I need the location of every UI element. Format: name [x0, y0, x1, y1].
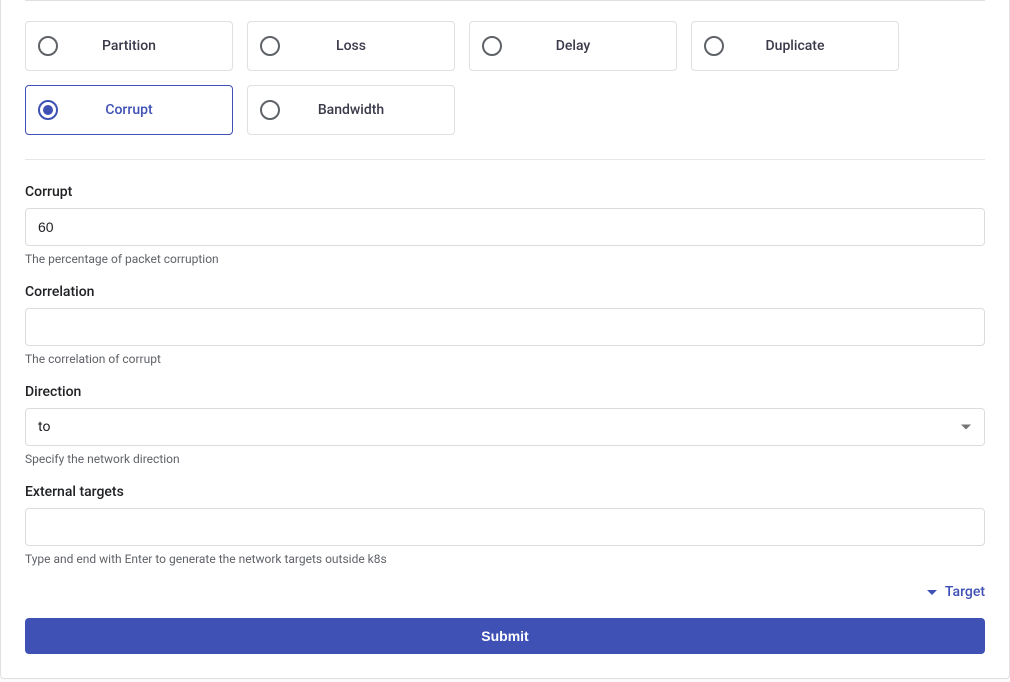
action-option-duplicate[interactable]: Duplicate	[691, 21, 899, 71]
action-option-label: Corrupt	[58, 102, 220, 118]
target-expand-toggle[interactable]: Target	[25, 584, 985, 600]
action-option-label: Bandwidth	[280, 102, 442, 118]
divider-top	[25, 0, 985, 1]
network-chaos-form: Partition Loss Delay Duplicate Corrupt B…	[0, 0, 1010, 679]
action-option-label: Loss	[280, 38, 442, 54]
radio-icon	[38, 100, 58, 120]
radio-icon	[482, 36, 502, 56]
direction-helper: Specify the network direction	[25, 452, 985, 466]
external-targets-helper: Type and end with Enter to generate the …	[25, 552, 985, 566]
correlation-field-group: Correlation The correlation of corrupt	[25, 284, 985, 366]
radio-icon	[260, 36, 280, 56]
action-option-corrupt[interactable]: Corrupt	[25, 85, 233, 135]
corrupt-helper: The percentage of packet corruption	[25, 252, 985, 266]
action-option-label: Partition	[58, 38, 220, 54]
action-option-partition[interactable]: Partition	[25, 21, 233, 71]
radio-icon	[260, 100, 280, 120]
direction-select-value: to	[25, 408, 985, 446]
direction-select[interactable]: to	[25, 408, 985, 446]
action-option-label: Duplicate	[724, 38, 886, 54]
corrupt-label: Corrupt	[25, 184, 985, 200]
external-targets-input[interactable]	[25, 508, 985, 546]
caret-down-icon	[927, 590, 937, 595]
caret-down-icon	[961, 425, 971, 430]
direction-field-group: Direction to Specify the network directi…	[25, 384, 985, 466]
corrupt-input[interactable]	[25, 208, 985, 246]
correlation-helper: The correlation of corrupt	[25, 352, 985, 366]
external-targets-label: External targets	[25, 484, 985, 500]
external-targets-field-group: External targets Type and end with Enter…	[25, 484, 985, 566]
target-toggle-label: Target	[945, 584, 985, 600]
direction-label: Direction	[25, 384, 985, 400]
radio-icon	[704, 36, 724, 56]
action-radio-group: Partition Loss Delay Duplicate Corrupt B…	[25, 21, 985, 135]
action-option-bandwidth[interactable]: Bandwidth	[247, 85, 455, 135]
action-option-delay[interactable]: Delay	[469, 21, 677, 71]
radio-icon	[38, 36, 58, 56]
action-option-loss[interactable]: Loss	[247, 21, 455, 71]
action-option-label: Delay	[502, 38, 664, 54]
correlation-input[interactable]	[25, 308, 985, 346]
corrupt-field-group: Corrupt The percentage of packet corrupt…	[25, 184, 985, 266]
divider-middle	[25, 159, 985, 160]
submit-button[interactable]: Submit	[25, 618, 985, 654]
correlation-label: Correlation	[25, 284, 985, 300]
